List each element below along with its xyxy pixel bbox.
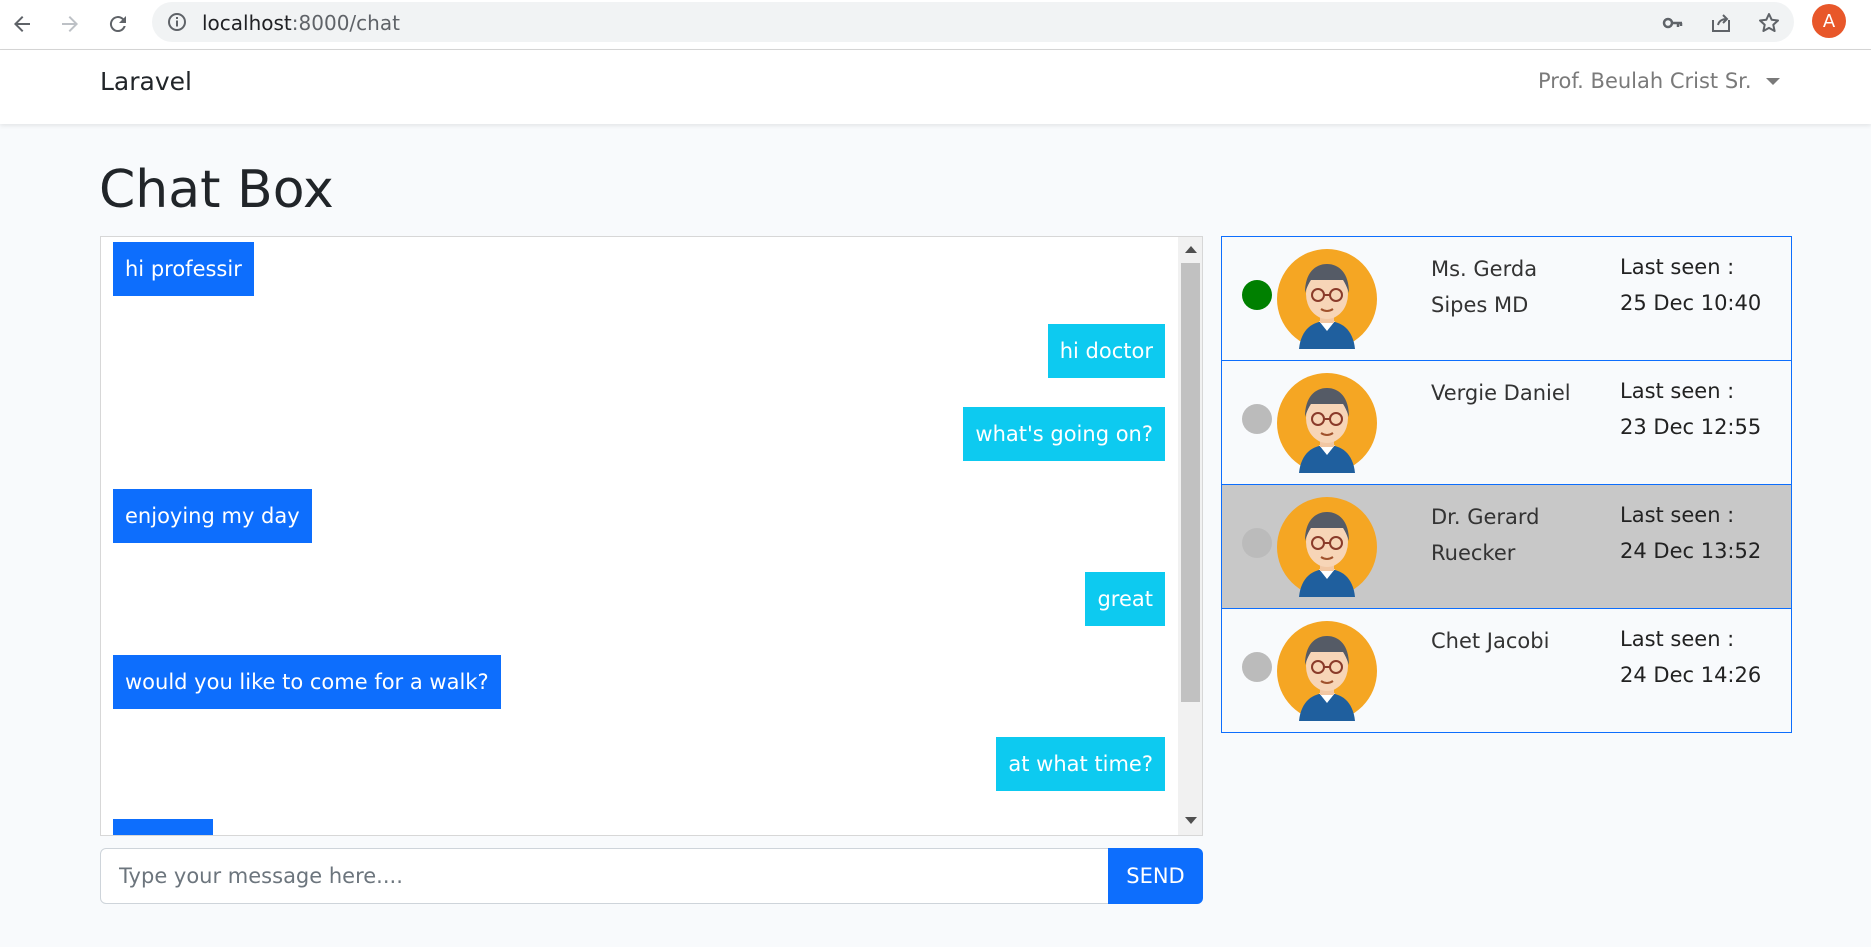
last-seen-time: 25 Dec 10:40 [1620,291,1762,315]
brand-link[interactable]: Laravel [100,67,192,96]
site-info-icon[interactable] [166,11,188,33]
scroll-up-arrow-icon[interactable] [1185,246,1197,253]
user-name: Chet Jacobi [1431,629,1550,653]
user-name: Ms. Gerda Sipes MD [1431,257,1538,317]
message-bubble-received: would you like to come for a walk? [113,655,501,709]
user-list-item[interactable]: Ms. Gerda Sipes MD Last seen : 25 Dec 10… [1221,236,1792,361]
last-seen: Last seen : 24 Dec 13:52 [1620,497,1790,569]
last-seen: Last seen : 23 Dec 12:55 [1620,373,1790,445]
user-avatar-icon [1277,621,1377,721]
last-seen-label: Last seen : [1620,255,1735,279]
message-bubble-sent: what's going on? [963,407,1165,461]
browser-toolbar: localhost:8000/chat A [0,0,1871,50]
send-button[interactable]: SEND [1108,848,1203,904]
last-seen: Last seen : 25 Dec 10:40 [1620,249,1790,321]
last-seen-label: Last seen : [1620,627,1735,651]
page-title: Chat Box [99,160,334,220]
message-bubble-sent: at what time? [996,737,1165,791]
message-bubble-sent: hi doctor [1047,324,1165,378]
last-seen-label: Last seen : [1620,503,1735,527]
user-avatar-icon [1277,373,1377,473]
address-bar[interactable]: localhost:8000/chat [152,2,1794,42]
online-status-dot [1242,404,1272,434]
url-text: localhost:8000/chat [202,11,400,35]
user-dropdown-label: Prof. Beulah Crist Sr. [1538,69,1752,93]
caret-down-icon [1765,77,1780,85]
user-list-item[interactable]: Dr. Gerard Ruecker Last seen : 24 Dec 13… [1221,484,1792,609]
user-avatar-icon [1277,497,1377,597]
back-icon[interactable] [4,6,40,42]
user-name: Dr. Gerard Ruecker [1431,505,1540,565]
chat-messages-panel[interactable]: hi professir hi doctor what's going on? … [100,236,1203,836]
user-avatar-icon [1277,249,1377,349]
last-seen: Last seen : 24 Dec 14:26 [1620,621,1790,693]
scrollbar-thumb[interactable] [1181,263,1200,702]
last-seen-time: 24 Dec 13:52 [1620,539,1762,563]
forward-icon[interactable] [52,6,88,42]
bookmark-star-icon[interactable] [1756,10,1782,36]
online-status-dot [1242,280,1272,310]
message-bubble-received: enjoying my day [113,489,312,543]
reload-icon[interactable] [100,6,136,42]
message-composer: SEND [100,848,1203,904]
message-bubble-sent: great [1085,572,1165,626]
message-bubble-received [113,819,213,835]
last-seen-time: 23 Dec 12:55 [1620,415,1762,439]
share-icon[interactable] [1708,10,1734,36]
user-list: Ms. Gerda Sipes MD Last seen : 25 Dec 10… [1221,236,1792,734]
message-bubble-received: hi professir [113,242,254,296]
online-status-dot [1242,528,1272,558]
last-seen-label: Last seen : [1620,379,1735,403]
user-name: Vergie Daniel [1431,381,1571,405]
scroll-down-arrow-icon[interactable] [1185,817,1197,824]
chat-scrollbar[interactable] [1178,237,1202,835]
browser-profile-avatar[interactable]: A [1812,4,1846,38]
app-navbar: Laravel Prof. Beulah Crist Sr. [0,50,1871,124]
message-input[interactable] [100,848,1110,904]
last-seen-time: 24 Dec 14:26 [1620,663,1762,687]
user-list-item[interactable]: Chet Jacobi Last seen : 24 Dec 14:26 [1221,608,1792,733]
user-dropdown[interactable]: Prof. Beulah Crist Sr. [1538,69,1780,93]
online-status-dot [1242,652,1272,682]
key-icon[interactable] [1660,10,1686,36]
user-list-item[interactable]: Vergie Daniel Last seen : 23 Dec 12:55 [1221,360,1792,485]
